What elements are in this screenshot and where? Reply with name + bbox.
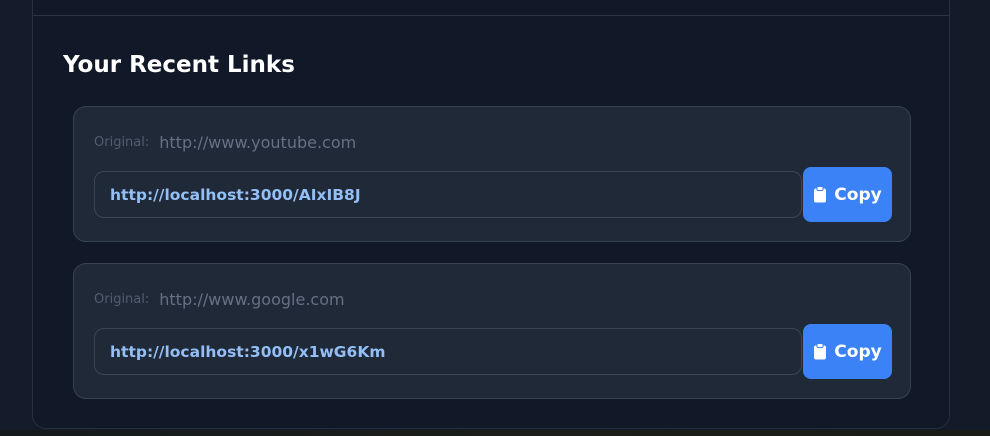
panel-divider bbox=[33, 15, 949, 16]
clipboard-icon bbox=[814, 343, 827, 360]
link-card: Original: http://www.google.com http://l… bbox=[73, 263, 911, 399]
link-card: Original: http://www.youtube.com http://… bbox=[73, 106, 911, 242]
short-url-field[interactable]: http://localhost:3000/x1wG6Km bbox=[94, 328, 802, 375]
original-url: http://www.google.com bbox=[159, 289, 345, 309]
page-bottom-edge bbox=[0, 430, 990, 436]
copy-button[interactable]: Copy bbox=[803, 167, 892, 222]
original-label: Original: bbox=[94, 134, 150, 150]
copy-button-label: Copy bbox=[834, 184, 882, 205]
clipboard-icon bbox=[814, 186, 827, 203]
original-url-row: Original: http://www.google.com bbox=[94, 288, 345, 310]
original-label: Original: bbox=[94, 291, 150, 307]
copy-button[interactable]: Copy bbox=[803, 324, 892, 379]
recent-links-panel: Your Recent Links Original: http://www.y… bbox=[32, 0, 950, 429]
copy-button-label: Copy bbox=[834, 341, 882, 362]
short-url-field[interactable]: http://localhost:3000/AIxIB8J bbox=[94, 171, 802, 218]
section-title: Your Recent Links bbox=[63, 52, 295, 78]
original-url: http://www.youtube.com bbox=[159, 132, 357, 152]
original-url-row: Original: http://www.youtube.com bbox=[94, 131, 356, 153]
